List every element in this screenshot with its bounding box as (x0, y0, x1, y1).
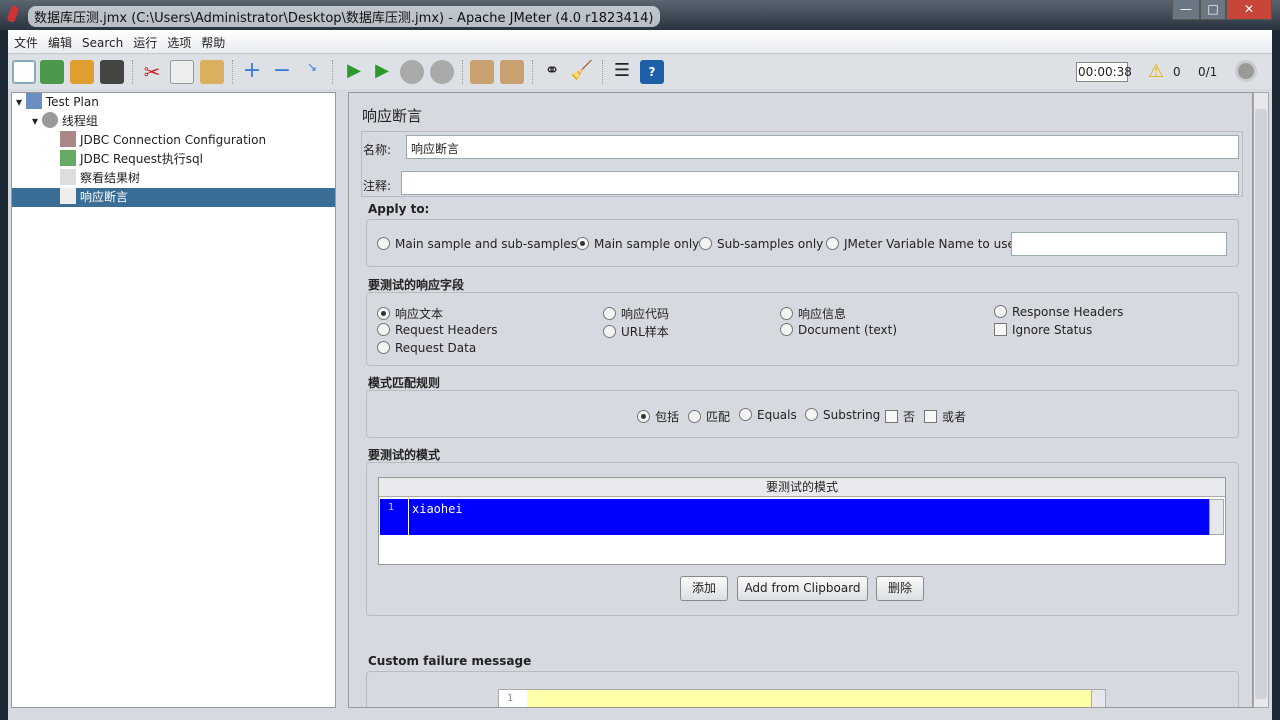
checkbox-not[interactable]: 否 (885, 408, 915, 425)
save-icon[interactable] (100, 60, 124, 84)
add-button[interactable]: 添加 (680, 576, 728, 601)
patterns-table: 要测试的模式 1 xiaohei (378, 477, 1226, 565)
menu-edit[interactable]: 编辑 (42, 30, 76, 51)
comment-label: 注释: (363, 179, 392, 193)
radio-main-and-sub[interactable]: Main sample and sub-samples (377, 237, 577, 251)
panel-scrollbar[interactable] (1253, 92, 1269, 708)
failure-scrollbar[interactable] (1091, 690, 1105, 707)
radio-jmeter-variable[interactable]: JMeter Variable Name to use (826, 237, 1015, 251)
minimize-button[interactable]: — (1172, 0, 1200, 20)
start-no-pause-icon[interactable]: ▶ (370, 60, 394, 84)
new-icon[interactable] (12, 60, 36, 84)
pattern-scrollbar[interactable] (1209, 499, 1224, 535)
radio-equals[interactable]: Equals (739, 408, 797, 422)
radio-contains[interactable]: 包括 (637, 408, 679, 425)
toggle-icon[interactable]: ↘ (300, 60, 324, 84)
menu-file[interactable]: 文件 (8, 30, 42, 51)
start-icon[interactable]: ▶ (342, 60, 366, 84)
radio-substring[interactable]: Substring (805, 408, 880, 422)
menu-options[interactable]: 选项 (161, 30, 195, 51)
menu-search[interactable]: Search (76, 32, 127, 50)
radio-request-headers[interactable]: Request Headers (377, 323, 498, 337)
broom-icon[interactable]: 🧹 (570, 60, 594, 84)
radio-request-data[interactable]: Request Data (377, 341, 476, 355)
radio-main-only[interactable]: Main sample only (576, 237, 699, 251)
binoculars-icon[interactable]: ⚭ (540, 60, 564, 84)
radio-sub-only[interactable]: Sub-samples only (699, 237, 823, 251)
patterns-label: 要测试的模式 (368, 448, 441, 462)
tree-node-test-plan[interactable]: ▾ Test Plan (16, 93, 99, 112)
maximize-button[interactable]: □ (1200, 0, 1226, 20)
checkbox-ignore-status[interactable]: Ignore Status (994, 323, 1092, 337)
gear-icon (41, 112, 58, 128)
remote-status-icon (1235, 60, 1257, 82)
rules-label: 模式匹配规则 (368, 376, 441, 390)
assertion-panel: 响应断言 名称: 响应断言 注释: Apply to: Main sample … (348, 92, 1253, 708)
radio-matches[interactable]: 匹配 (688, 408, 730, 425)
radio-response-code[interactable]: 响应代码 (603, 305, 669, 322)
radio-response-message[interactable]: 响应信息 (780, 305, 846, 322)
patterns-column-header[interactable]: 要测试的模式 (379, 478, 1225, 497)
title-bar: 数据库压测.jmx (C:\Users\Administrator\Deskto… (0, 0, 1280, 30)
comment-input[interactable] (401, 171, 1239, 195)
assertion-icon (60, 188, 76, 204)
elapsed-timer: 00:00:38 (1076, 62, 1132, 82)
tree-node-jdbc-config[interactable]: JDBC Connection Configuration (60, 131, 266, 150)
toolbar: ✂ + − ↘ ▶ ▶ ⚭ 🧹 ☰ ? 00:00:38 ⚠ 0 0/1 (8, 55, 1272, 89)
panel-title: 响应断言 (362, 107, 423, 125)
radio-response-text[interactable]: 响应文本 (377, 305, 443, 322)
jmeter-feather-icon (6, 5, 20, 23)
tree-node-thread-group[interactable]: ▾ 线程组 (32, 112, 98, 131)
field-label: 要测试的响应字段 (368, 278, 465, 292)
apply-to-label: Apply to: (368, 202, 430, 216)
warning-count: 0 (1173, 65, 1181, 79)
open-icon[interactable] (70, 60, 94, 84)
close-button[interactable]: ✕ (1226, 0, 1272, 20)
cut-icon[interactable]: ✂ (140, 60, 164, 84)
radio-url-sample[interactable]: URL样本 (603, 323, 669, 340)
stop-icon[interactable] (400, 60, 424, 84)
variable-name-input[interactable] (1011, 232, 1227, 256)
failure-message-editor[interactable]: 1 (498, 689, 1106, 707)
wrench-icon (60, 131, 76, 147)
name-input[interactable]: 响应断言 (406, 135, 1239, 159)
menu-help[interactable]: 帮助 (195, 30, 229, 51)
templates-icon[interactable] (40, 60, 64, 84)
thread-count: 0/1 (1198, 65, 1218, 79)
failure-message-line[interactable] (527, 690, 1091, 707)
chart-icon (60, 169, 76, 185)
menu-run[interactable]: 运行 (127, 30, 161, 51)
function-list-icon[interactable]: ☰ (610, 60, 634, 84)
test-plan-icon (25, 93, 42, 109)
collapse-icon[interactable]: − (270, 60, 294, 84)
tree-node-jdbc-request[interactable]: JDBC Request执行sql (60, 150, 203, 169)
tree-node-result-tree[interactable]: 察看结果树 (60, 169, 140, 188)
window-title: 数据库压测.jmx (C:\Users\Administrator\Deskto… (28, 6, 660, 27)
test-plan-tree: ▾ Test Plan ▾ 线程组 JDBC Connection Config… (11, 92, 336, 708)
menu-bar: 文件 编辑 Search 运行 选项 帮助 (8, 30, 1272, 54)
name-label: 名称: (363, 143, 392, 157)
expand-icon[interactable]: + (240, 60, 264, 84)
add-from-clipboard-button[interactable]: Add from Clipboard (737, 576, 868, 601)
checkbox-or[interactable]: 或者 (924, 408, 966, 425)
clear-all-icon[interactable] (500, 60, 524, 84)
help-icon[interactable]: ? (640, 60, 664, 84)
failure-message-label: Custom failure message (368, 654, 532, 668)
radio-response-headers[interactable]: Response Headers (994, 305, 1123, 319)
radio-document-text[interactable]: Document (text) (780, 323, 897, 337)
tree-node-response-assertion[interactable]: 响应断言 (12, 188, 335, 207)
copy-icon[interactable] (170, 60, 194, 84)
pipette-icon (60, 150, 76, 166)
paste-icon[interactable] (200, 60, 224, 84)
warning-icon[interactable]: ⚠ (1148, 61, 1164, 82)
clear-icon[interactable] (470, 60, 494, 84)
shutdown-icon[interactable] (430, 60, 454, 84)
delete-button[interactable]: 删除 (876, 576, 924, 601)
pattern-row[interactable]: 1 xiaohei (380, 499, 1209, 535)
